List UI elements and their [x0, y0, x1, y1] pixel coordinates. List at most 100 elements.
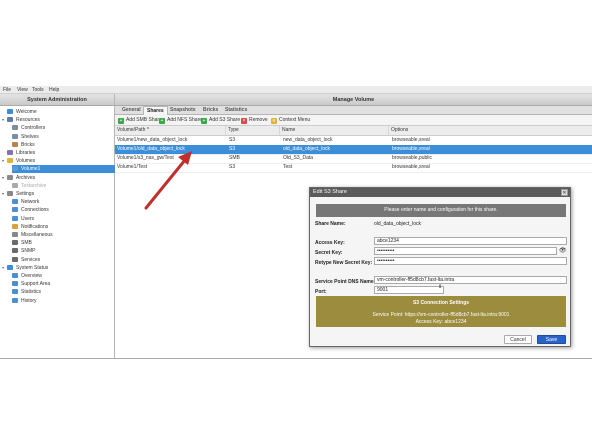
tree-item-label: Settings	[16, 191, 35, 197]
cell-path: Volume1/s3_nas_gw/Test	[117, 155, 174, 161]
table-row[interactable]: Volume1/Test S3 Test browseable,sreal	[115, 163, 592, 173]
tab-statistics[interactable]: Statistics	[222, 106, 250, 115]
library-icon	[7, 150, 13, 155]
cell-type: S3	[229, 137, 236, 143]
context-menu-icon: ≡	[271, 118, 277, 124]
tree-item-label: Volumes	[16, 158, 36, 165]
tree-item-label: Libraries	[16, 150, 36, 156]
tree-item-users[interactable]: Users	[12, 215, 115, 223]
menu-help[interactable]: Help	[49, 87, 59, 93]
tree-item-controllers[interactable]: Controllers	[12, 124, 115, 132]
tab-snapshots[interactable]: Snapshots	[167, 106, 199, 115]
tree-item-history[interactable]: History	[12, 297, 115, 305]
system-administration-header: System Administration	[0, 94, 115, 106]
tree-item-bricks[interactable]: Bricks	[12, 141, 115, 149]
status-icon	[7, 264, 13, 270]
tree-item-label: Testarchive	[21, 182, 47, 189]
add-smb-share-button[interactable]: + Add SMB Share	[118, 116, 162, 125]
tab-general[interactable]: General	[119, 106, 144, 115]
tree-item-services[interactable]: Services	[12, 256, 115, 264]
tab-bricks[interactable]: Bricks	[200, 106, 221, 115]
grid-icon	[7, 117, 13, 123]
brick-icon	[12, 141, 18, 147]
cell-options: browseable,sreal	[392, 137, 430, 143]
users-icon	[12, 215, 18, 221]
plus-icon: +	[201, 118, 207, 124]
shelf-icon	[12, 133, 18, 139]
tree-item-archives[interactable]: ▾ Archives	[2, 174, 115, 182]
add-s3-share-button[interactable]: + Add S3 Share	[201, 116, 240, 125]
tree-item-testarchive[interactable]: Testarchive	[12, 182, 115, 190]
tree-item-system-status[interactable]: ▾ System Status	[2, 264, 115, 272]
cell-name: new_data_object_lock	[283, 137, 333, 143]
cell-options: browseable,sreal	[392, 164, 430, 170]
manage-volume-header: Manage Volume	[115, 94, 592, 106]
port-input[interactable]: 9001	[374, 286, 444, 294]
share-name-value: old_data_object_lock	[374, 221, 421, 227]
tree-item-network[interactable]: Network	[12, 198, 115, 206]
tree-item-volume1[interactable]: Volume1	[12, 165, 115, 174]
column-options[interactable]: Options	[388, 126, 592, 135]
tree-item-label: Statistics	[21, 289, 42, 296]
tree-item-smb[interactable]: SMB	[12, 239, 115, 247]
column-type[interactable]: Type	[225, 126, 279, 135]
tree-item-settings[interactable]: ▾ Settings	[2, 190, 115, 198]
context-menu-button[interactable]: ≡ Context Menu	[271, 116, 310, 125]
tree-item-welcome[interactable]: Welcome	[2, 108, 115, 116]
cell-name: Old_S3_Data	[283, 155, 314, 161]
services-icon	[12, 256, 18, 262]
remove-button[interactable]: × Remove	[241, 116, 268, 125]
access-key-input[interactable]: abce1234	[374, 237, 567, 245]
tree-item-label: SMB	[21, 240, 32, 247]
tree-item-notifications[interactable]: Notifications	[12, 223, 115, 231]
tree-item-volumes[interactable]: ▾ Volumes	[2, 157, 115, 165]
close-icon[interactable]: ✕	[561, 189, 568, 196]
cell-options: browseable,public	[392, 155, 433, 161]
shares-toolbar: + Add SMB Share + Add NFS Share + Add S3 Sh…	[115, 115, 592, 126]
cancel-button[interactable]: Cancel	[504, 335, 532, 344]
cell-type: SMB	[229, 155, 240, 161]
menu-file[interactable]: File	[3, 87, 11, 93]
tree-item-connections[interactable]: Connections	[12, 206, 115, 214]
retype-secret-key-input[interactable]: ••••••••••	[374, 257, 567, 265]
archive-icon	[7, 174, 13, 180]
tree-item-resources[interactable]: ▾ Resources	[2, 116, 115, 124]
bell-icon	[12, 223, 18, 229]
tree-item-label: History	[21, 297, 37, 304]
tree-item-label: Archives	[16, 174, 36, 181]
tree-item-miscellaneous[interactable]: Miscellaneous	[12, 231, 115, 239]
tree-item-label: Support Area	[21, 281, 51, 288]
tree-item-overview[interactable]: Overview	[12, 272, 115, 280]
tree-item-shelves[interactable]: Shelves	[12, 133, 115, 141]
plus-icon: +	[159, 118, 165, 124]
dialog-info-banner: Please enter name and configuration for …	[316, 204, 566, 217]
show-password-eye-icon[interactable]: 👁	[559, 247, 567, 254]
secret-key-input[interactable]: ••••••••••	[374, 247, 557, 255]
tree-item-label: Network	[21, 199, 40, 206]
tree-item-label: Services	[21, 256, 41, 263]
tree-item-snmp[interactable]: SNMP	[12, 247, 115, 255]
cell-type: S3	[229, 146, 236, 152]
dns-name-input[interactable]: vm-controller-ff5d8cb7.fast-lta.intra	[374, 276, 567, 284]
column-name[interactable]: Name	[279, 126, 388, 135]
save-button[interactable]: Save	[537, 335, 566, 344]
tree-item-statistics[interactable]: Statistics	[12, 288, 115, 296]
column-volume-path[interactable]: Volume/Path ^	[115, 126, 225, 135]
tree-item-label: Volume1	[21, 166, 41, 173]
retype-secret-key-label: Retype New Secret Key:	[315, 260, 373, 266]
port-stepper-icon[interactable]: ⇕	[438, 285, 442, 290]
s3-access-key: Access Key: abce1234	[415, 319, 467, 325]
plus-icon: +	[118, 118, 124, 124]
network-icon	[12, 199, 18, 205]
cell-path: Volume1/old_data_object_lock	[117, 146, 185, 152]
add-nfs-share-button[interactable]: + Add NFS Share	[159, 116, 202, 125]
connections-icon	[12, 207, 18, 213]
tree-item-support-area[interactable]: Support Area	[12, 280, 115, 288]
menu-tools[interactable]: Tools	[32, 87, 44, 93]
access-key-label: Access Key:	[315, 240, 345, 246]
menu-view[interactable]: View	[17, 87, 28, 93]
divider	[0, 358, 592, 359]
volume-icon	[12, 166, 18, 172]
tree-item-libraries[interactable]: Libraries	[2, 149, 115, 157]
tree-item-label: Resources	[16, 117, 40, 124]
